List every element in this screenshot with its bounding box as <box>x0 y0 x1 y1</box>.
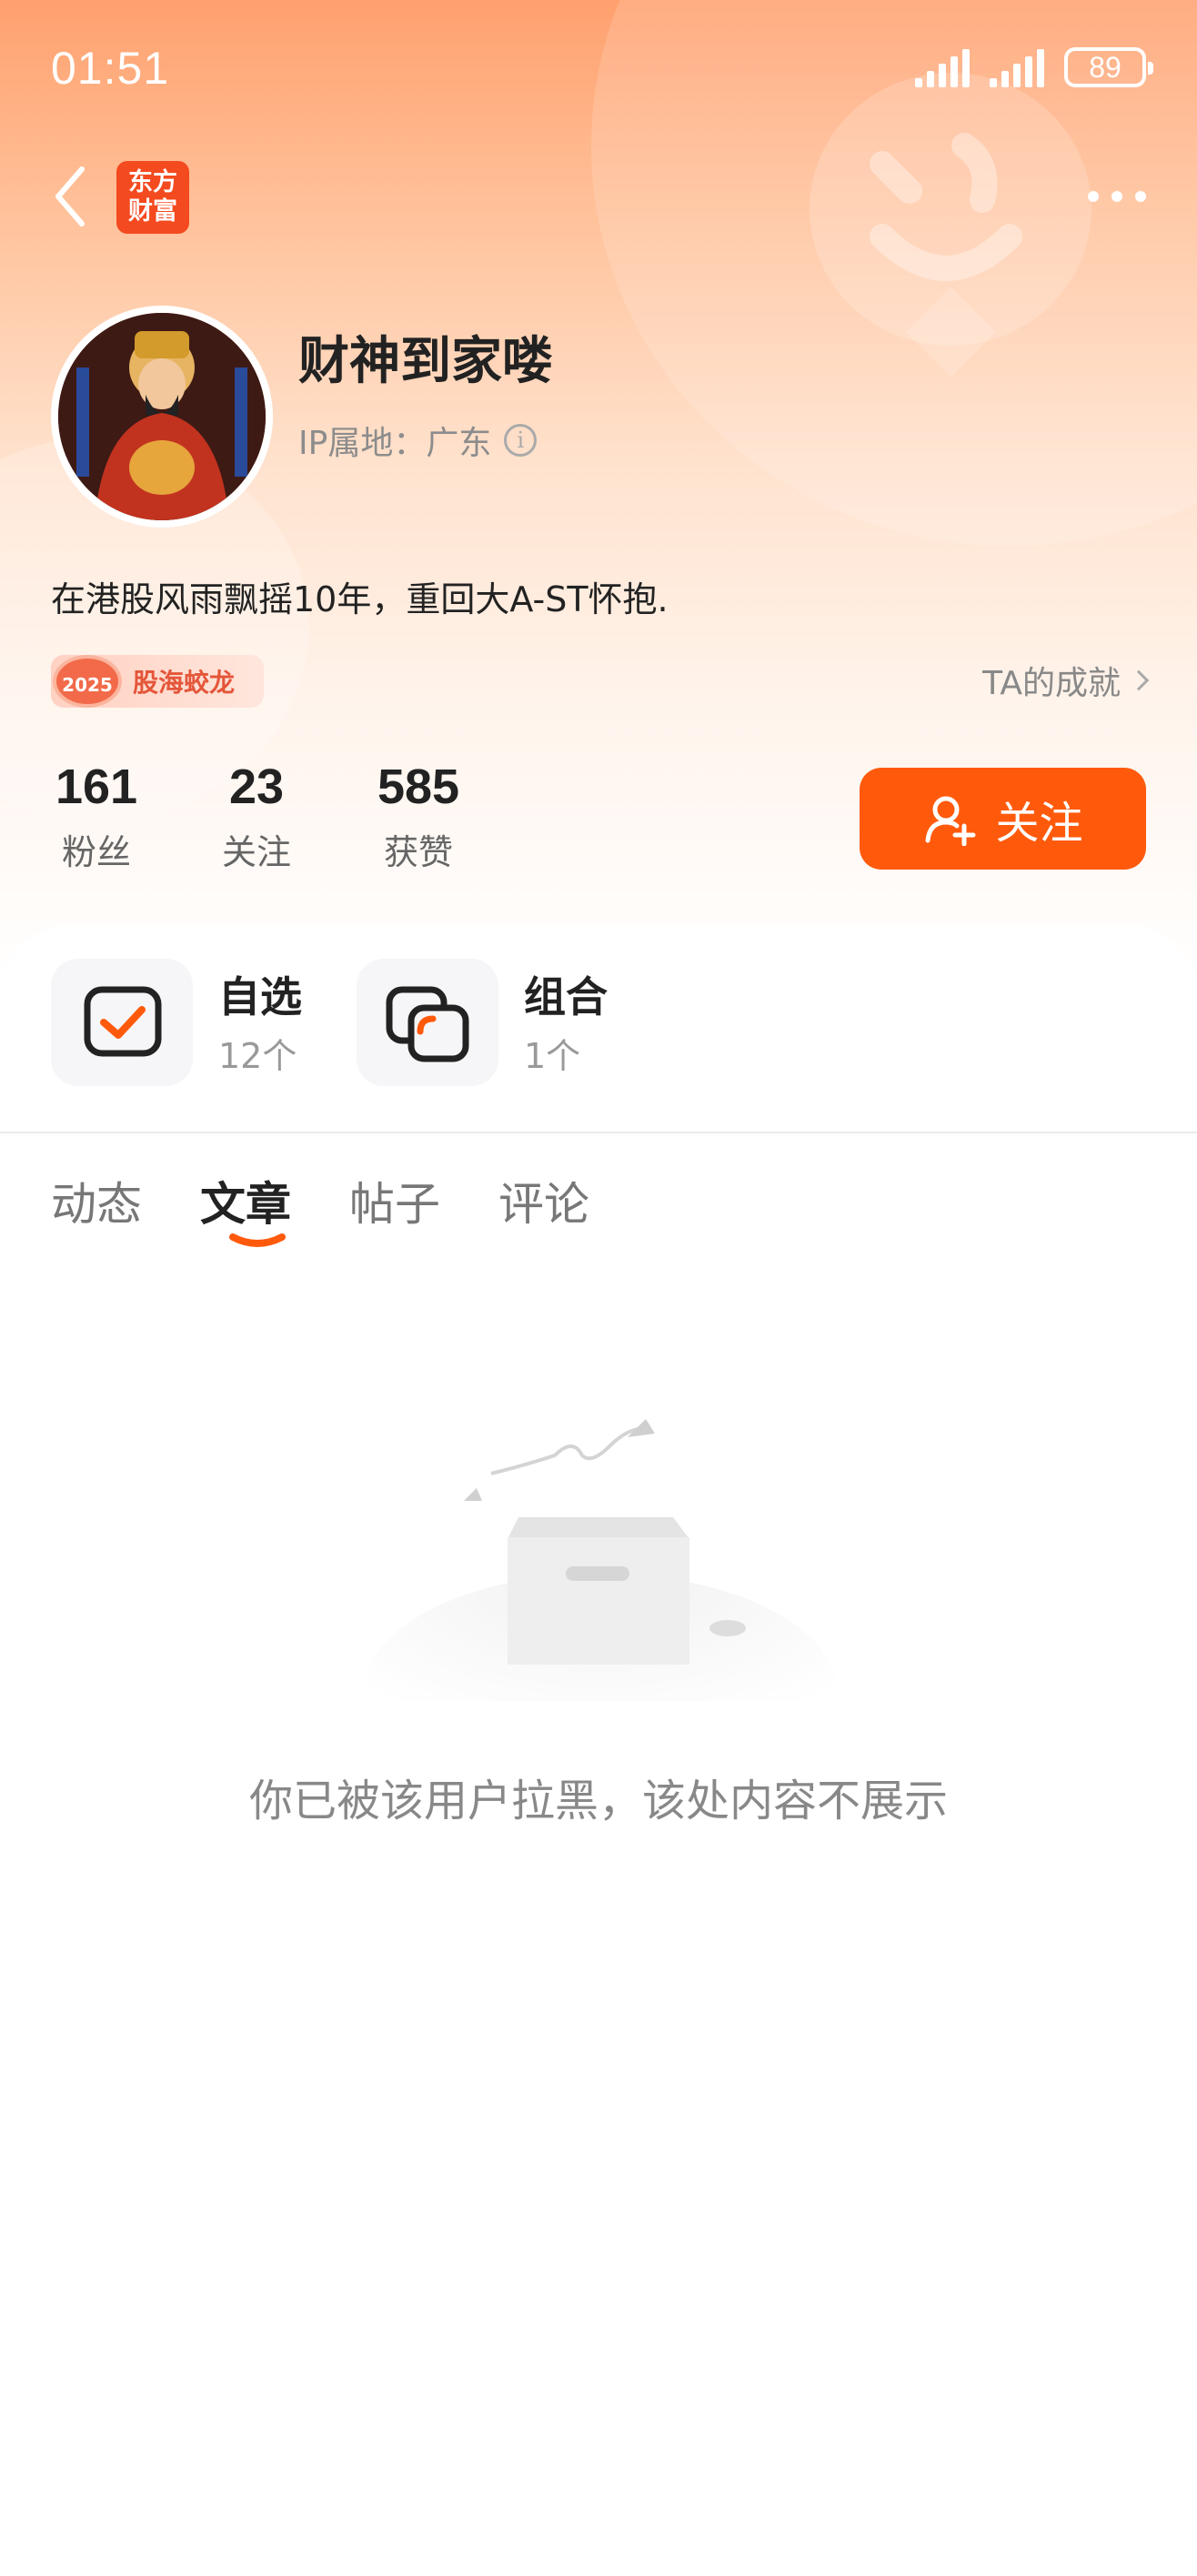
achievement-badge[interactable]: 2025 股海蛟龙 <box>51 655 264 708</box>
achievements-link[interactable]: TA的成就 <box>982 657 1150 704</box>
portfolio-count: 1个 <box>524 1036 581 1076</box>
app-logo[interactable]: 东方 财富 <box>116 161 189 234</box>
watchlist-tile[interactable] <box>51 959 193 1086</box>
tab-posts[interactable]: 帖子 <box>349 1168 440 1233</box>
chevron-right-icon <box>1128 669 1150 691</box>
tab-articles[interactable]: 文章 <box>200 1168 291 1233</box>
username: 财神到家喽 <box>298 332 553 391</box>
signal-icon <box>915 47 970 87</box>
more-options-icon[interactable] <box>1088 182 1152 211</box>
avatar[interactable] <box>51 306 273 528</box>
badge-label: 股海蛟龙 <box>133 668 236 698</box>
active-tab-indicator <box>229 1233 286 1247</box>
info-icon[interactable]: i <box>504 424 538 457</box>
stat-label: 获赞 <box>383 832 453 872</box>
user-bio: 在港股风雨飘摇10年，重回大A-ST怀抱. <box>51 579 669 619</box>
achievements-label: TA的成就 <box>982 665 1121 702</box>
stat-label: 关注 <box>221 832 291 872</box>
empty-state-message: 你已被该用户拉黑，该处内容不展示 <box>248 1776 948 1826</box>
stat-value: 161 <box>55 760 138 814</box>
ip-location-label: IP属地：广东 <box>298 425 492 462</box>
battery-icon: 89 <box>1064 47 1153 87</box>
follow-button-label: 关注 <box>995 798 1083 849</box>
follow-button[interactable]: 关注 <box>860 768 1146 870</box>
stat-following[interactable]: 23 关注 <box>211 759 302 874</box>
tab-comments[interactable]: 评论 <box>498 1168 589 1233</box>
empty-box-illustration <box>364 1419 837 1701</box>
stat-followers[interactable]: 161 粉丝 <box>51 759 142 874</box>
add-user-icon <box>925 796 976 846</box>
portfolio-icon <box>386 986 469 1062</box>
stat-label: 粉丝 <box>61 832 131 872</box>
portfolio-tile[interactable] <box>357 959 498 1086</box>
badge-year: 2025 <box>53 655 122 708</box>
checklist-icon <box>84 986 162 1057</box>
ip-location: IP属地：广东 i <box>298 417 538 464</box>
signal-icon <box>990 47 1044 87</box>
avatar-image <box>58 313 266 520</box>
stat-likes[interactable]: 585 获赞 <box>366 759 471 874</box>
smile-watermark-icon <box>870 133 1022 281</box>
content-tabs: 动态 文章 帖子 评论 <box>51 1168 589 1233</box>
status-indicators: 89 <box>915 47 1153 87</box>
watchlist-title[interactable]: 自选 <box>218 964 302 1024</box>
portfolio-title[interactable]: 组合 <box>524 964 608 1024</box>
watchlist-count: 12个 <box>218 1036 297 1076</box>
status-time: 01:51 <box>51 43 170 94</box>
back-arrow-icon[interactable] <box>45 160 100 233</box>
tab-activity[interactable]: 动态 <box>51 1168 142 1233</box>
section-divider <box>0 1132 1197 1133</box>
stat-value: 23 <box>228 760 285 814</box>
stat-value: 585 <box>377 760 460 814</box>
